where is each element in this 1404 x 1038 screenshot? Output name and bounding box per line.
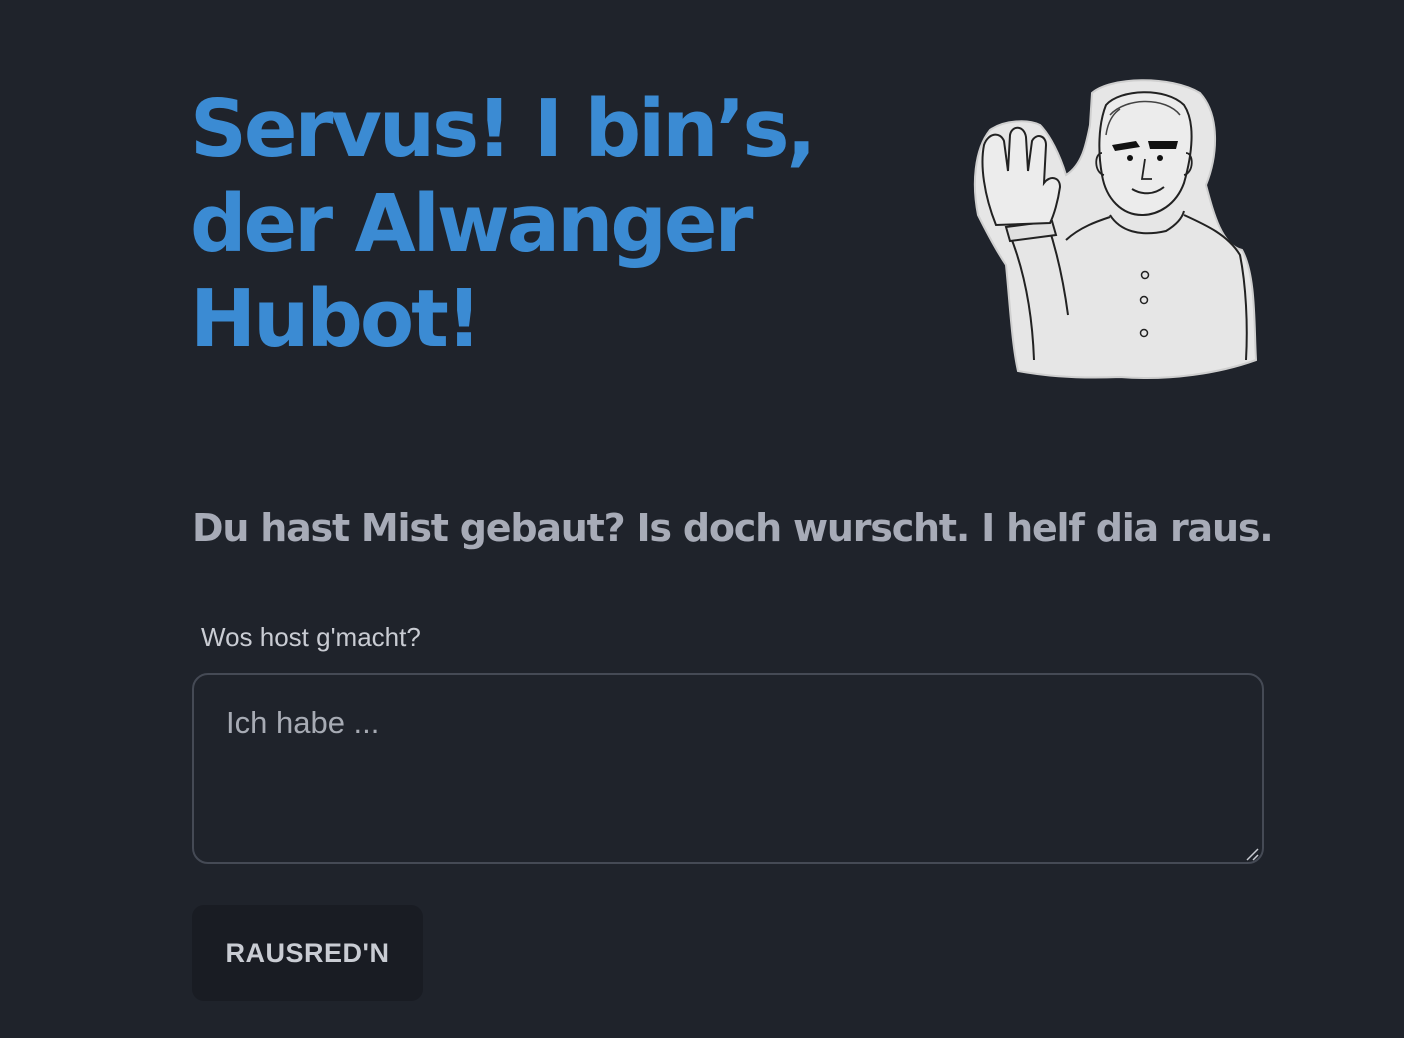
hero-title-line-2: der Alwanger [190, 178, 753, 270]
hero-title: Servus! I bin’s, der Alwanger Hubot! [190, 82, 830, 367]
waving-man-illustration [973, 79, 1258, 380]
page: Servus! I bin’s, der Alwanger Hubot! Du … [0, 0, 1404, 1038]
subtitle: Du hast Mist gebaut? Is doch wurscht. I … [192, 506, 1274, 550]
mistake-field-label: Wos host g'macht? [201, 622, 421, 652]
hero-title-line-1: Servus! I bin’s, [190, 83, 817, 175]
hero-title-line-3: Hubot! [190, 273, 482, 365]
mistake-input[interactable] [192, 673, 1264, 864]
resize-grip-icon[interactable] [1244, 846, 1260, 862]
submit-button[interactable]: RAUSRED'N [192, 905, 423, 1001]
